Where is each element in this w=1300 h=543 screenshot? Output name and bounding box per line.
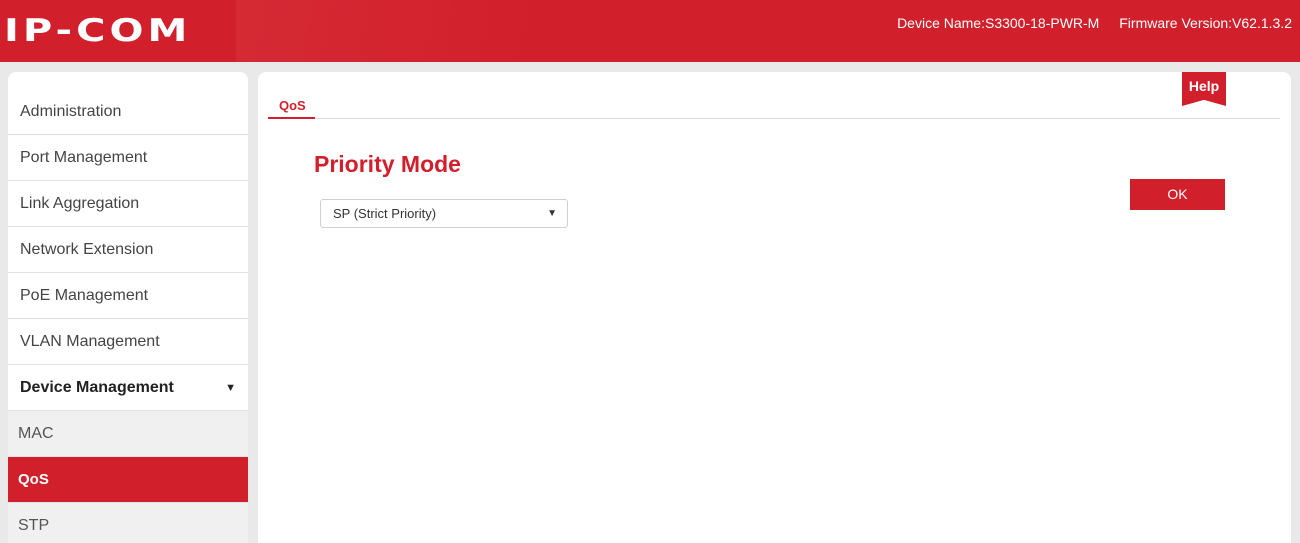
sidebar-item-device-management[interactable]: Device Management ▼ [8, 365, 248, 411]
caret-down-icon: ▼ [225, 382, 236, 394]
tab-bar: QoS [268, 98, 1280, 119]
ip-com-logo: IP-COM [4, 13, 192, 49]
section-title: Priority Mode [314, 151, 461, 177]
sidebar: Administration Port Management Link Aggr… [8, 72, 248, 543]
sidebar-item-label: Device Management [20, 379, 174, 396]
sidebar-item-vlan-management[interactable]: VLAN Management [8, 319, 248, 365]
device-name: Device Name:S3300-18-PWR-M [897, 15, 1100, 31]
sidebar-subitem-stp[interactable]: STP [8, 503, 248, 543]
sidebar-item-link-aggregation[interactable]: Link Aggregation [8, 181, 248, 227]
priority-mode-select[interactable]: SP (Strict Priority) ▼ [320, 199, 568, 228]
main-panel: QoS Help Priority Mode SP (Strict Priori… [258, 72, 1291, 543]
priority-mode-value: SP (Strict Priority) [333, 206, 437, 221]
sidebar-item-port-management[interactable]: Port Management [8, 135, 248, 181]
tab-qos[interactable]: QoS [268, 98, 315, 119]
sidebar-item-network-extension[interactable]: Network Extension [8, 227, 248, 273]
sidebar-item-poe-management[interactable]: PoE Management [8, 273, 248, 319]
header-shade [236, 0, 1300, 62]
sidebar-subitem-mac[interactable]: MAC [8, 411, 248, 457]
dropdown-arrow-icon: ▼ [547, 208, 557, 219]
device-info: Device Name:S3300-18-PWR-M Firmware Vers… [881, 15, 1292, 31]
ok-button[interactable]: OK [1130, 179, 1225, 210]
sidebar-subitem-qos[interactable]: QoS [8, 457, 248, 503]
sidebar-item-administration[interactable]: Administration [8, 89, 248, 135]
top-header: IP-COM Device Name:S3300-18-PWR-M Firmwa… [0, 0, 1300, 62]
firmware-version: Firmware Version:V62.1.3.2 [1119, 15, 1292, 31]
